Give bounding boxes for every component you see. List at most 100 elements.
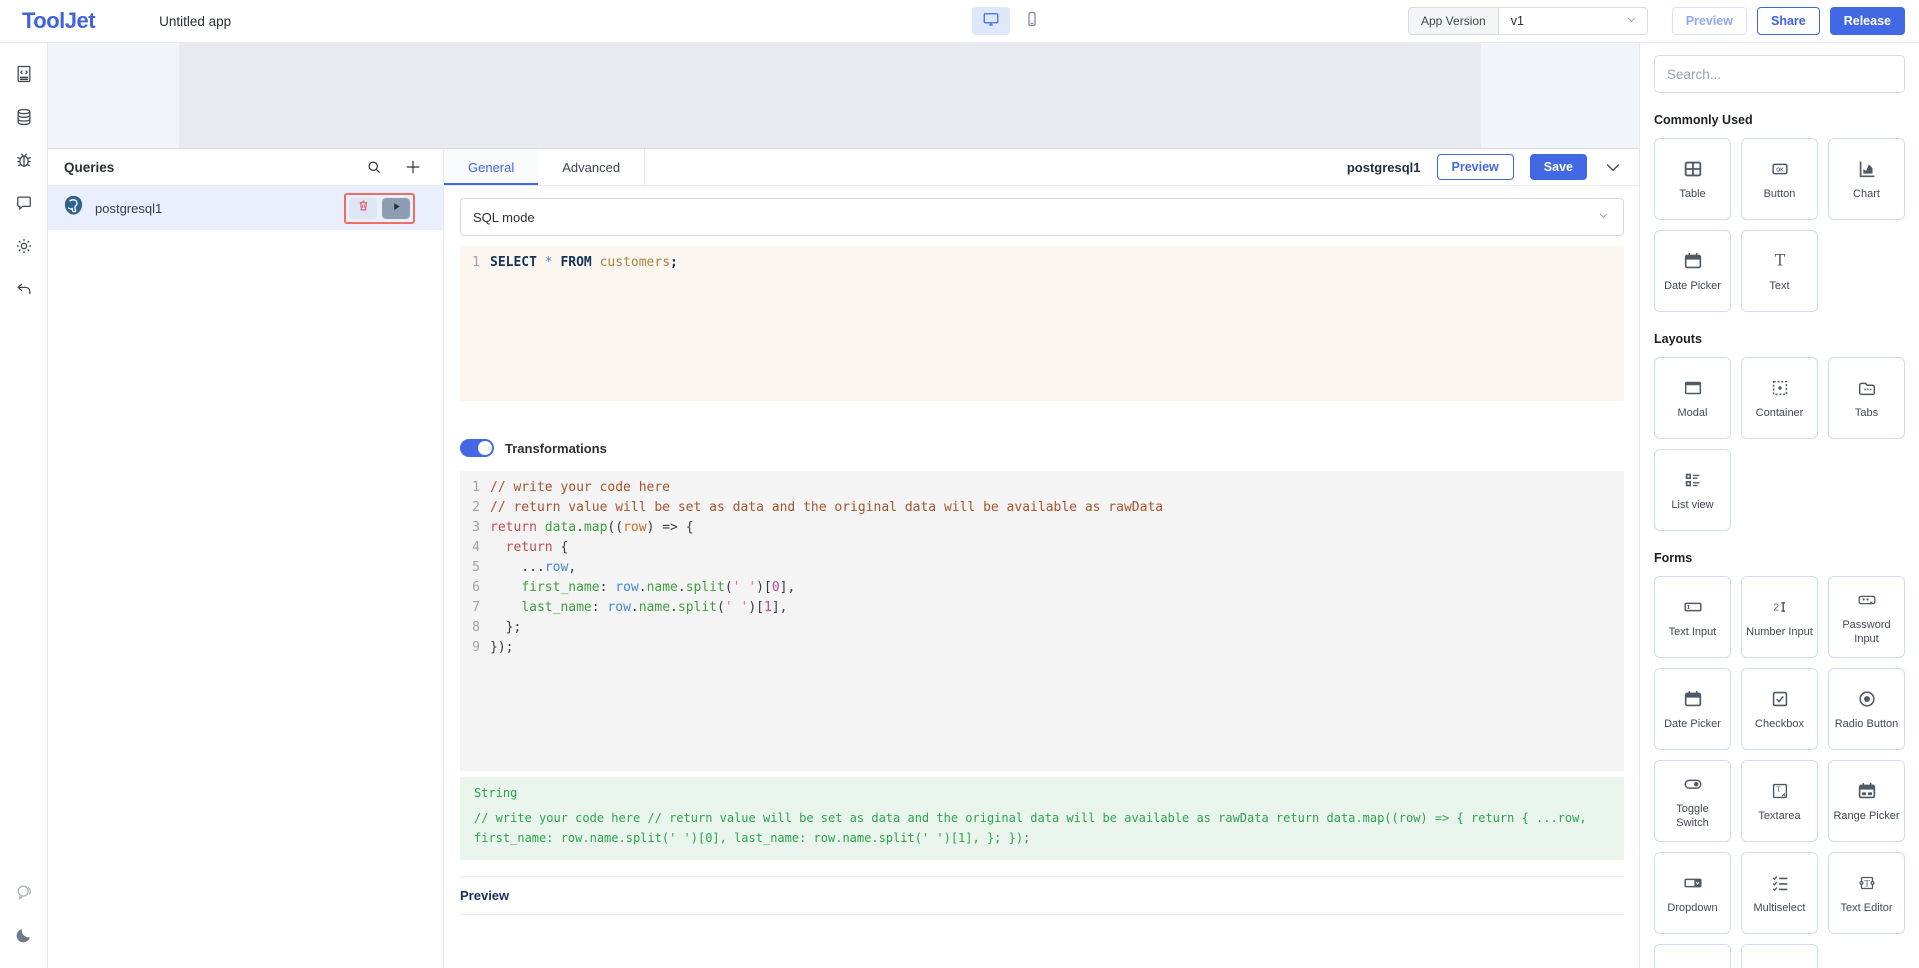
- query-list-pane: Queries postgresql1: [48, 149, 444, 968]
- widget-card-toggle-switch[interactable]: Toggle Switch: [1654, 760, 1731, 842]
- chevron-down-icon: [1596, 208, 1611, 226]
- widget-label: Toggle Switch: [1659, 803, 1726, 831]
- widget-card-multiselect[interactable]: Multiselect: [1741, 852, 1818, 934]
- widget-card-checkbox[interactable]: Checkbox: [1741, 668, 1818, 750]
- container-icon: [1769, 376, 1791, 400]
- widget-card-container[interactable]: Container: [1741, 357, 1818, 439]
- code-line: 2// return value will be set as data and…: [460, 498, 1624, 518]
- transformation-code-editor[interactable]: 1// write your code here2// return value…: [460, 471, 1624, 771]
- pages-icon[interactable]: [7, 57, 41, 91]
- widget-card-file[interactable]: [1741, 944, 1818, 968]
- chart-icon: [1856, 157, 1878, 181]
- sql-mode-select[interactable]: SQL mode: [460, 198, 1624, 236]
- widget-label: Dropdown: [1667, 902, 1717, 916]
- sql-mode-value: SQL mode: [473, 210, 535, 225]
- code-line: 1SELECT * FROM customers;: [460, 253, 1624, 273]
- password-input-icon: **: [1856, 588, 1878, 612]
- dropdown-icon: [1682, 871, 1704, 895]
- widget-label: Container: [1756, 407, 1804, 421]
- widget-label: Table: [1679, 188, 1705, 202]
- widget-section-layouts: Layouts Modal Container Tabs List view: [1654, 332, 1905, 531]
- svg-text:2: 2: [1773, 602, 1779, 613]
- settings-icon[interactable]: [7, 229, 41, 263]
- widget-section-forms: Forms Text Input 2 Number Input ** Passw…: [1654, 551, 1905, 968]
- widget-card-password-input[interactable]: ** Password Input: [1828, 576, 1905, 658]
- tab-advanced[interactable]: Advanced: [538, 149, 644, 185]
- section-title: Layouts: [1654, 332, 1905, 346]
- code-line: 6 first_name: row.name.split(' ')[0],: [460, 578, 1624, 598]
- widget-card-chart[interactable]: Chart: [1828, 138, 1905, 220]
- device-toggle: [972, 7, 1051, 35]
- widget-card-table[interactable]: Table: [1654, 138, 1731, 220]
- textarea-icon: T: [1769, 779, 1791, 803]
- collapse-editor-chevron-icon[interactable]: [1603, 157, 1623, 177]
- delete-query-button[interactable]: [349, 198, 377, 219]
- postgresql-icon: [62, 194, 85, 222]
- widget-label: Text Input: [1669, 626, 1717, 640]
- database-icon[interactable]: [7, 100, 41, 134]
- add-query-icon[interactable]: [403, 157, 423, 177]
- widget-label: Button: [1764, 188, 1796, 202]
- comments-icon[interactable]: [7, 186, 41, 220]
- sql-code-editor[interactable]: 1SELECT * FROM customers;: [460, 246, 1624, 401]
- widget-sections: Commonly Used Table OK Button Chart Date…: [1654, 113, 1905, 968]
- undo-icon[interactable]: [7, 272, 41, 306]
- widget-card-button[interactable]: OK Button: [1741, 138, 1818, 220]
- debugger-icon[interactable]: [7, 143, 41, 177]
- preview-button[interactable]: Preview: [1672, 7, 1747, 35]
- code-line: 9});: [460, 638, 1624, 658]
- release-button[interactable]: Release: [1830, 7, 1905, 35]
- app-title[interactable]: Untitled app: [159, 14, 231, 29]
- widget-label: List view: [1671, 499, 1713, 513]
- widget-card-text[interactable]: T Text: [1741, 230, 1818, 312]
- desktop-view-button[interactable]: [972, 7, 1010, 35]
- chat-icon[interactable]: [7, 875, 41, 909]
- search-queries-icon[interactable]: [365, 158, 383, 176]
- play-icon: [391, 199, 402, 217]
- app-canvas[interactable]: [179, 43, 1481, 148]
- widget-card-date-picker[interactable]: Date Picker: [1654, 668, 1731, 750]
- topbar-actions: App Version v1 Preview Share Release: [1408, 7, 1905, 35]
- widget-card-list-view[interactable]: List view: [1654, 449, 1731, 531]
- widget-card-range-picker[interactable]: Range Picker: [1828, 760, 1905, 842]
- tab-general[interactable]: General: [444, 149, 538, 185]
- dark-mode-icon[interactable]: [7, 918, 41, 952]
- widget-card-date-picker[interactable]: Date Picker: [1654, 230, 1731, 312]
- query-row-label: postgresql1: [95, 201, 162, 216]
- mobile-view-button[interactable]: [1013, 7, 1051, 35]
- svg-text:T: T: [1776, 784, 1781, 793]
- app-version-select[interactable]: v1: [1498, 7, 1648, 35]
- widget-card-text-editor[interactable]: T Text Editor: [1828, 852, 1905, 934]
- widget-card-number-input[interactable]: 2 Number Input: [1741, 576, 1818, 658]
- code-line: 1// write your code here: [460, 478, 1624, 498]
- section-title: Forms: [1654, 551, 1905, 565]
- query-save-button[interactable]: Save: [1530, 154, 1587, 180]
- tooljet-logo: ToolJet: [22, 8, 95, 34]
- query-row-postgresql1[interactable]: postgresql1: [48, 186, 443, 230]
- widget-card-text-input[interactable]: Text Input: [1654, 576, 1731, 658]
- run-query-button[interactable]: [382, 198, 410, 219]
- widget-search-input[interactable]: [1654, 55, 1905, 93]
- desktop-icon: [982, 10, 1000, 33]
- widget-label: Chart: [1853, 188, 1880, 202]
- code-line: 7 last_name: row.name.split(' ')[1],: [460, 598, 1624, 618]
- query-name-label: postgresql1: [1347, 160, 1421, 175]
- radio-icon: [1856, 687, 1878, 711]
- widget-card-radio-button[interactable]: Radio Button: [1828, 668, 1905, 750]
- query-preview-button[interactable]: Preview: [1437, 154, 1514, 180]
- widget-card-tabs[interactable]: Tabs: [1828, 357, 1905, 439]
- widget-label: Text Editor: [1841, 902, 1893, 916]
- widget-label: Number Input: [1746, 626, 1813, 640]
- widget-card-textarea[interactable]: T Textarea: [1741, 760, 1818, 842]
- checkbox-icon: [1769, 687, 1791, 711]
- number-input-icon: 2: [1769, 595, 1791, 619]
- query-panel: Queries postgresql1: [48, 148, 1639, 968]
- widget-label: Textarea: [1758, 810, 1800, 824]
- widget-card-dropdown[interactable]: Dropdown: [1654, 852, 1731, 934]
- widget-label: Modal: [1678, 407, 1708, 421]
- widget-card-star[interactable]: [1654, 944, 1731, 968]
- transformations-toggle[interactable]: [460, 439, 494, 457]
- widget-card-modal[interactable]: Modal: [1654, 357, 1731, 439]
- share-button[interactable]: Share: [1757, 7, 1820, 35]
- transformation-result-box: String // write your code here // return…: [460, 777, 1624, 860]
